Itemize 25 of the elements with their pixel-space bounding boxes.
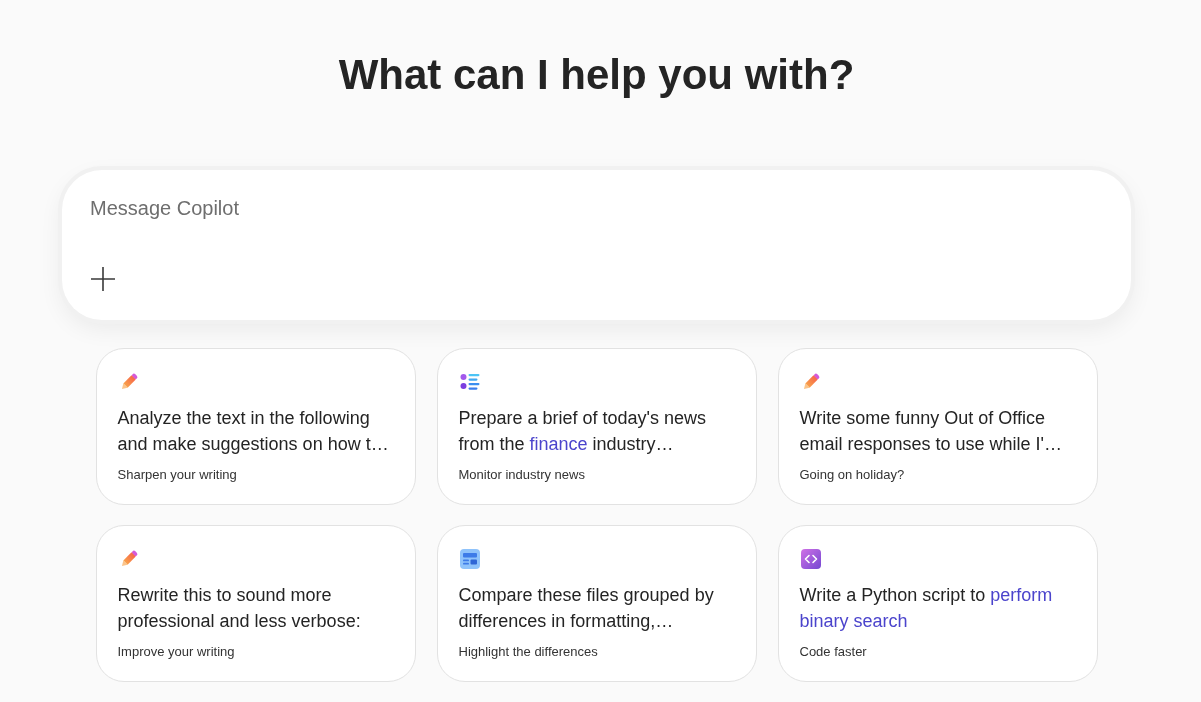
suggestion-card[interactable]: Analyze the text in the following and make suggestions on how t… Sharpen your writing <box>95 348 416 505</box>
prompt-text: Prepare a brief of today's news from the finance industry… <box>458 407 707 456</box>
suggestion-card[interactable]: Compare these files grouped by differences in formatting,… Highlight the differences <box>436 525 757 682</box>
suggestion-card[interactable]: Prepare a brief of today's news from the finance industry… Monitor industry news <box>436 348 757 505</box>
list-icon <box>458 371 481 393</box>
prompt-text: Write some funny Out of Office email responses to use while I'… <box>799 407 1063 456</box>
page-heading: What can I help you with? <box>338 50 855 100</box>
suggestion-caption: Going on holiday? <box>799 466 905 484</box>
prompt-text: Analyze the text in the following and make suggestions on how t… <box>117 407 389 456</box>
add-button[interactable] <box>88 264 118 294</box>
suggestion-card[interactable]: Write a Python script to perform binary search Code faster <box>777 525 1098 682</box>
suggestion-caption: Highlight the differences <box>458 643 598 661</box>
layout-icon <box>458 548 481 570</box>
prompt-text: Write a Python script to perform binary search <box>799 584 1053 633</box>
suggestion-caption: Sharpen your writing <box>117 466 237 484</box>
message-input[interactable]: Message Copilot <box>90 194 490 222</box>
prompt-text: Rewrite this to sound more professional and less verbose: <box>117 584 361 633</box>
suggestion-card[interactable]: Rewrite this to sound more professional and less verbose: Improve your writing <box>95 525 416 682</box>
suggestion-caption: Code faster <box>799 643 867 661</box>
plus-icon <box>90 266 116 292</box>
suggestion-caption: Monitor industry news <box>458 466 585 484</box>
suggestion-caption: Improve your writing <box>117 643 235 661</box>
suggestion-card[interactable]: Write some funny Out of Office email responses to use while I'… Going on holiday? <box>777 348 1098 505</box>
prompt-text: Compare these files grouped by differences in formatting,… <box>458 584 714 633</box>
code-icon <box>799 548 822 570</box>
